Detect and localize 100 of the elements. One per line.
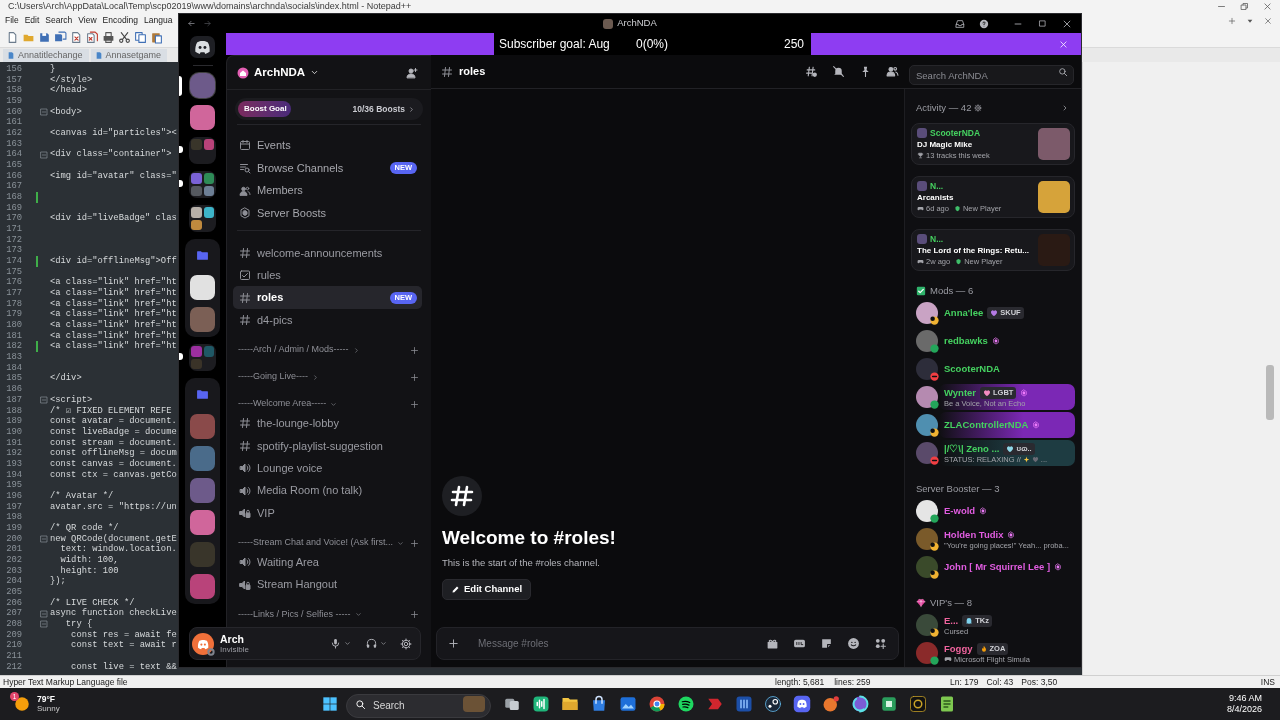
plus-icon[interactable] [410,372,419,382]
channel-item[interactable]: Stream Hangout [233,573,422,596]
fold-box-icon[interactable] [40,150,48,159]
channel-item[interactable]: welcome-announcements [233,241,422,264]
arc-circle-icon[interactable] [851,695,869,713]
menu-item[interactable]: View [78,14,97,27]
channel-item[interactable]: Lounge voice [233,456,422,480]
channel-item[interactable]: rules [233,264,422,287]
smiley-icon[interactable] [847,637,860,650]
people-icon[interactable] [886,65,899,78]
plus-icon[interactable] [410,538,419,548]
gear-icon[interactable] [974,104,983,112]
server-icon-placeholder[interactable] [190,275,215,300]
channel-item[interactable]: spotify-playlist-suggestion [233,434,422,457]
ring-tile-icon[interactable] [909,695,927,713]
floppy-icon[interactable] [38,31,51,44]
category-header[interactable]: -----Arch / Admin / Mods----- [238,342,419,359]
close-icon[interactable] [1264,16,1272,25]
member-name[interactable]: Anna'lee [944,307,984,319]
plus-icon[interactable] [410,610,419,620]
menu-item[interactable]: Search [45,14,73,27]
circle-with-dot-icon[interactable] [822,695,840,713]
avatar-placeholder[interactable] [916,642,938,664]
file-tab[interactable]: Annasetgame [90,49,168,62]
close-file-icon[interactable] [70,31,83,44]
close-icon[interactable] [1263,2,1272,11]
ring-and-dot-icon[interactable] [764,695,782,713]
sun-icon[interactable] [13,695,31,713]
microphone-icon[interactable] [330,638,341,649]
sidebar-item[interactable]: Server Boosts [233,201,422,225]
server-group-tile[interactable] [189,344,216,371]
member-name[interactable]: Wynter [944,386,977,399]
fold-box-icon[interactable] [40,108,48,116]
server-group-tile[interactable] [189,205,216,232]
channel-item[interactable]: Media Room (no talk) [233,479,422,502]
plus-icon[interactable] [410,345,419,355]
server-group-tile[interactable] [189,171,216,198]
boost-goal-bar[interactable]: Boost Goal 10/36 Boosts [235,98,423,120]
caret-down-icon[interactable] [380,640,387,647]
member-name[interactable]: E-wold [944,505,976,517]
server-group-tile[interactable] [189,137,216,164]
help-icon[interactable] [979,18,989,29]
server-icon-placeholder[interactable] [190,105,215,130]
close-icon[interactable] [1059,39,1068,49]
new-file-icon[interactable] [6,31,19,44]
maximize-icon[interactable] [1038,19,1047,28]
menu-item[interactable]: File [5,14,19,27]
member-name[interactable]: redbawks [944,335,988,347]
member-name[interactable]: ScooterNDA [944,363,1000,375]
member-name[interactable]: ZLAControllerNDA [944,419,1029,431]
sticker-icon[interactable] [820,637,833,650]
avatar-placeholder[interactable] [916,330,938,352]
edit-channel-button[interactable]: Edit Channel [442,579,532,600]
search-icon[interactable] [1058,66,1068,77]
back-arrow-icon[interactable] [187,19,196,28]
scrollbar-thumb[interactable] [1266,365,1274,420]
notepad-icon[interactable] [938,695,956,713]
box-app-icon[interactable] [880,695,898,713]
server-name-button[interactable]: ArchNDA [237,63,320,82]
folder-icon[interactable] [561,695,579,713]
copy-icon[interactable] [134,31,147,44]
menu-item[interactable]: Edit [24,14,40,27]
mountain-picture-icon[interactable] [619,695,637,713]
segmented-circle-icon[interactable] [648,695,666,713]
avatar-placeholder[interactable] [916,386,938,408]
shopping-bag-icon[interactable] [590,695,608,713]
member-name[interactable]: John [ Mr Squirrel Lee ] [944,561,1051,573]
avatar-placeholder[interactable] [916,500,938,522]
default-avatar-icon[interactable] [192,632,214,655]
member-name[interactable]: Foggy [944,642,973,655]
category-header[interactable]: -----Stream Chat and Voice! (Ask first... [238,535,419,552]
sidebar-item[interactable]: Events [233,134,422,157]
hash-bubble-icon[interactable] [805,65,818,78]
bars-app-icon[interactable] [735,695,753,713]
logo-icon[interactable] [793,695,811,713]
settings-icon[interactable] [400,637,412,650]
search-field[interactable]: Search [346,693,491,718]
headphones-icon[interactable] [366,638,377,649]
close-icon[interactable] [1062,18,1072,29]
arcs-circle-icon[interactable] [677,695,695,713]
add-member-icon[interactable] [406,66,418,79]
channel-item[interactable]: VIP [233,501,422,525]
gift-icon[interactable] [766,637,779,650]
category-header[interactable]: -----Going Live---- [238,369,419,386]
start-icon[interactable] [322,696,338,712]
category-header[interactable]: -----Links / Pics / Selfies ----- [238,606,419,623]
message-field[interactable]: Message #roles [436,627,899,660]
plus-icon[interactable] [448,638,459,649]
restore-icon[interactable] [1240,2,1249,11]
inbox-icon[interactable] [955,18,965,29]
printer-icon[interactable] [102,31,115,44]
channel-item[interactable]: the-lounge-lobby [233,412,422,435]
close-files-icon[interactable] [86,31,99,44]
fold-box-icon[interactable] [40,609,48,618]
home-button[interactable] [190,36,215,58]
fold-box-icon[interactable] [40,396,48,405]
fold-box-icon[interactable] [40,620,48,629]
sound-wave-app-icon[interactable] [532,695,550,713]
search-field[interactable]: Search ArchNDA [909,65,1074,85]
sidebar-item[interactable]: Members [233,179,422,202]
